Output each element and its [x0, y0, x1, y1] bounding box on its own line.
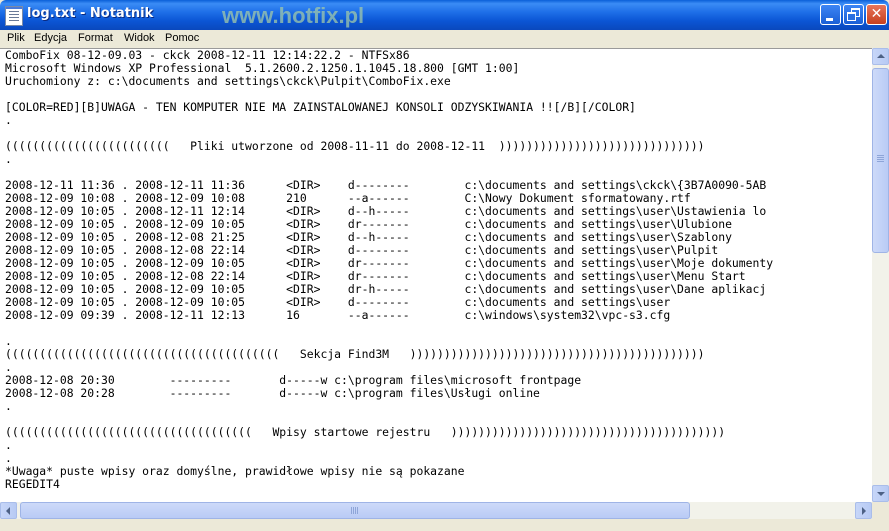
window-title: log.txt - Notatnik — [27, 6, 154, 21]
scroll-right-button[interactable] — [855, 502, 872, 519]
maximize-button[interactable] — [843, 4, 864, 25]
text-line: (((((((((((((((((((((((((((((((((((( Wpi… — [5, 425, 726, 439]
minimize-button[interactable] — [820, 4, 841, 25]
text-line: . — [5, 399, 12, 413]
menu-widok[interactable]: Widok — [124, 32, 155, 44]
text-line: Uruchomiony z: c:\documents and settings… — [5, 74, 451, 88]
text-line: (((((((((((((((((((((((( Pliki utworzone… — [5, 139, 705, 153]
text-line: [COLOR=RED][B]UWAGA - TEN KOMPUTER NIE M… — [5, 100, 636, 114]
text-line: *Uwaga* puste wpisy oraz domyślne, prawi… — [5, 464, 465, 478]
close-icon: ✕ — [870, 6, 883, 22]
scrollbar-corner — [872, 502, 889, 519]
watermark: www.hotfix.pl — [222, 3, 365, 28]
vertical-scrollbar[interactable] — [872, 48, 889, 502]
menu-format[interactable]: Format — [78, 32, 113, 44]
title-bar[interactable]: log.txt - Notatnik www.hotfix.pl ✕ — [0, 0, 889, 30]
text-line: ((((((((((((((((((((((((((((((((((((((((… — [5, 347, 705, 361]
scroll-left-button[interactable] — [0, 502, 17, 519]
scroll-down-button[interactable] — [872, 485, 889, 502]
menu-pomoc[interactable]: Pomoc — [165, 32, 199, 44]
text-line: . — [5, 113, 12, 127]
window-bottom-border — [0, 519, 889, 531]
arrow-up-icon — [877, 54, 885, 58]
menu-plik[interactable]: Plik — [7, 32, 25, 44]
vertical-scroll-thumb[interactable] — [872, 68, 889, 253]
scroll-up-button[interactable] — [872, 48, 889, 65]
close-button[interactable]: ✕ — [866, 4, 887, 25]
text-editor[interactable]: ComboFix 08-12-09.03 - ckck 2008-12-11 1… — [0, 48, 872, 503]
text-line: 2008-12-09 09:39 . 2008-12-11 12:13 16 -… — [5, 308, 671, 322]
arrow-right-icon — [862, 507, 866, 515]
text-line: REGEDIT4 — [5, 477, 60, 491]
text-line: . — [5, 152, 12, 166]
notepad-icon[interactable] — [5, 6, 23, 26]
menu-edycja[interactable]: Edycja — [34, 32, 67, 44]
arrow-down-icon — [877, 492, 885, 496]
horizontal-scroll-thumb[interactable] — [20, 502, 690, 519]
text-line: 2008-12-08 20:28 --------- d-----w c:\pr… — [5, 386, 540, 400]
horizontal-scrollbar[interactable] — [0, 502, 872, 519]
notepad-window: log.txt - Notatnik www.hotfix.pl ✕ Plik … — [0, 0, 889, 531]
arrow-left-icon — [6, 507, 10, 515]
menu-bar: Plik Edycja Format Widok Pomoc — [0, 30, 889, 48]
